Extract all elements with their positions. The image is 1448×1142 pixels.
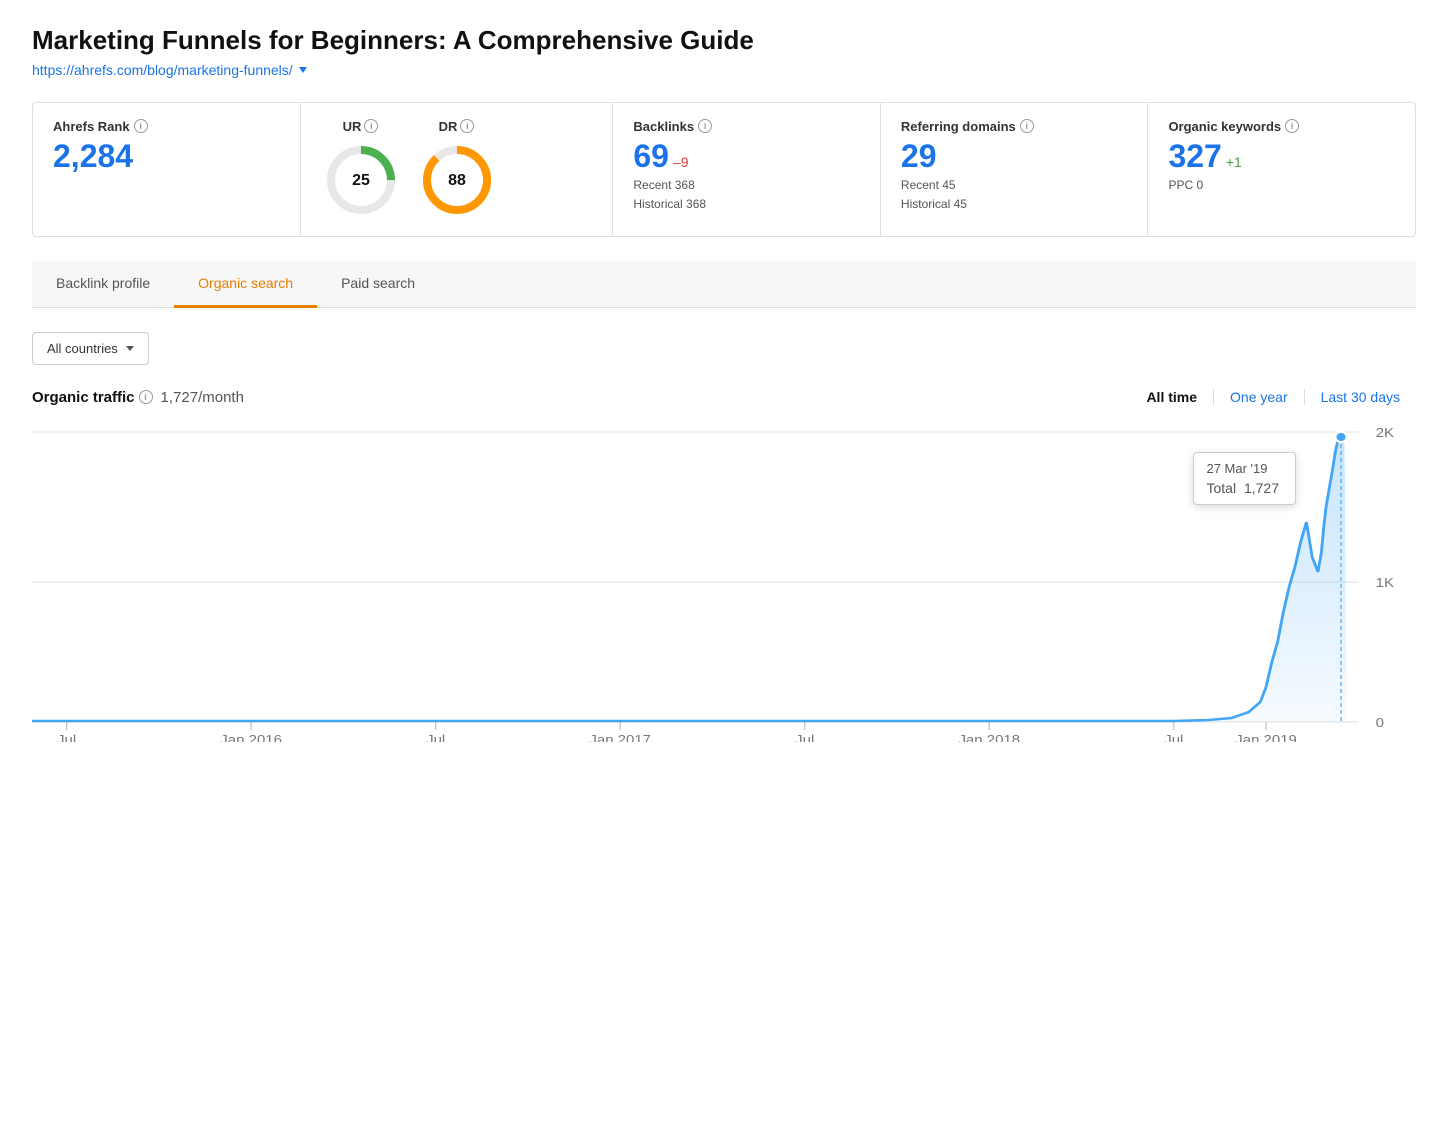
time-filter-all-time[interactable]: All time [1130, 389, 1214, 405]
dr-label: DR i [439, 119, 475, 134]
organic-traffic-label: Organic traffic i [32, 389, 153, 406]
svg-text:Jan 2016: Jan 2016 [220, 732, 282, 742]
organic-keywords-delta: +1 [1226, 154, 1242, 170]
tab-organic-search[interactable]: Organic search [174, 261, 317, 308]
time-filters: All time One year Last 30 days [1130, 389, 1416, 405]
metric-organic-keywords: Organic keywords i 327+1 PPC 0 [1148, 103, 1415, 236]
referring-domains-info-icon[interactable]: i [1020, 119, 1034, 133]
page-title: Marketing Funnels for Beginners: A Compr… [32, 24, 1416, 58]
backlinks-info-icon[interactable]: i [698, 119, 712, 133]
chart-container: 2K 1K 0 Jul Jan 2016 Jul Jan 2017 Jul Ja… [32, 422, 1416, 742]
country-dropdown[interactable]: All countries [32, 332, 149, 365]
ur-donut-chart: 25 [321, 140, 401, 220]
ahrefs-rank-label: Ahrefs Rank i [53, 119, 280, 134]
organic-keywords-label: Organic keywords i [1168, 119, 1395, 134]
gauge-ur: UR i 25 [321, 119, 401, 220]
referring-domains-sub: Recent 45 Historical 45 [901, 176, 1128, 214]
organic-traffic-value: 1,727/month [161, 389, 244, 406]
referring-domains-label: Referring domains i [901, 119, 1128, 134]
svg-text:Jan 2018: Jan 2018 [958, 732, 1020, 742]
traffic-title-group: Organic traffic i 1,727/month [32, 389, 244, 406]
svg-text:Jul: Jul [426, 732, 445, 742]
tab-paid-search[interactable]: Paid search [317, 261, 439, 308]
backlinks-label: Backlinks i [633, 119, 860, 134]
dr-value: 88 [448, 172, 466, 189]
tooltip-total: Total 1,727 [1206, 480, 1283, 496]
country-dropdown-label: All countries [47, 341, 118, 356]
gauge-dr: DR i 88 [417, 119, 497, 220]
svg-text:Jan 2019: Jan 2019 [1235, 732, 1297, 742]
organic-traffic-info-icon[interactable]: i [139, 390, 153, 404]
ahrefs-rank-info-icon[interactable]: i [134, 119, 148, 133]
svg-text:Jul: Jul [57, 732, 76, 742]
ur-label: UR i [343, 119, 379, 134]
chart-tooltip: 27 Mar '19 Total 1,727 [1193, 452, 1296, 505]
time-filter-last-30[interactable]: Last 30 days [1305, 389, 1416, 405]
time-filter-one-year[interactable]: One year [1214, 389, 1305, 405]
metric-referring-domains: Referring domains i 29 Recent 45 Histori… [881, 103, 1149, 236]
gauge-group: UR i 25 DR i [321, 119, 497, 220]
svg-text:1K: 1K [1376, 575, 1395, 590]
ur-value: 25 [352, 172, 370, 189]
svg-text:2K: 2K [1376, 425, 1395, 440]
backlinks-value: 69–9 [633, 140, 860, 172]
svg-text:Jul: Jul [795, 732, 814, 742]
svg-text:Jul: Jul [1164, 732, 1183, 742]
traffic-header: Organic traffic i 1,727/month All time O… [32, 389, 1416, 406]
backlinks-delta: –9 [673, 154, 689, 170]
metric-backlinks: Backlinks i 69–9 Recent 368 Historical 3… [613, 103, 881, 236]
tabs-bar: Backlink profile Organic search Paid sea… [32, 261, 1416, 308]
tooltip-date: 27 Mar '19 [1206, 461, 1283, 476]
organic-keywords-sub: PPC 0 [1168, 176, 1395, 195]
organic-keywords-info-icon[interactable]: i [1285, 119, 1299, 133]
metric-ahrefs-rank: Ahrefs Rank i 2,284 [33, 103, 301, 236]
ahrefs-rank-value: 2,284 [53, 140, 280, 172]
metric-ur-dr: UR i 25 DR i [301, 103, 614, 236]
url-dropdown-icon[interactable] [299, 67, 307, 73]
dr-info-icon[interactable]: i [460, 119, 474, 133]
tab-backlink-profile[interactable]: Backlink profile [32, 261, 174, 308]
organic-keywords-value: 327+1 [1168, 140, 1395, 172]
page-url-link[interactable]: https://ahrefs.com/blog/marketing-funnel… [32, 62, 293, 78]
dr-donut-chart: 88 [417, 140, 497, 220]
ur-info-icon[interactable]: i [364, 119, 378, 133]
referring-domains-value: 29 [901, 140, 1128, 172]
content-area: All countries Organic traffic i 1,727/mo… [32, 308, 1416, 766]
backlinks-sub: Recent 368 Historical 368 [633, 176, 860, 214]
svg-text:0: 0 [1376, 715, 1385, 730]
metrics-bar: Ahrefs Rank i 2,284 UR i 25 [32, 102, 1416, 237]
country-dropdown-chevron-icon [126, 346, 134, 351]
svg-text:Jan 2017: Jan 2017 [589, 732, 651, 742]
page-url[interactable]: https://ahrefs.com/blog/marketing-funnel… [32, 62, 1416, 78]
